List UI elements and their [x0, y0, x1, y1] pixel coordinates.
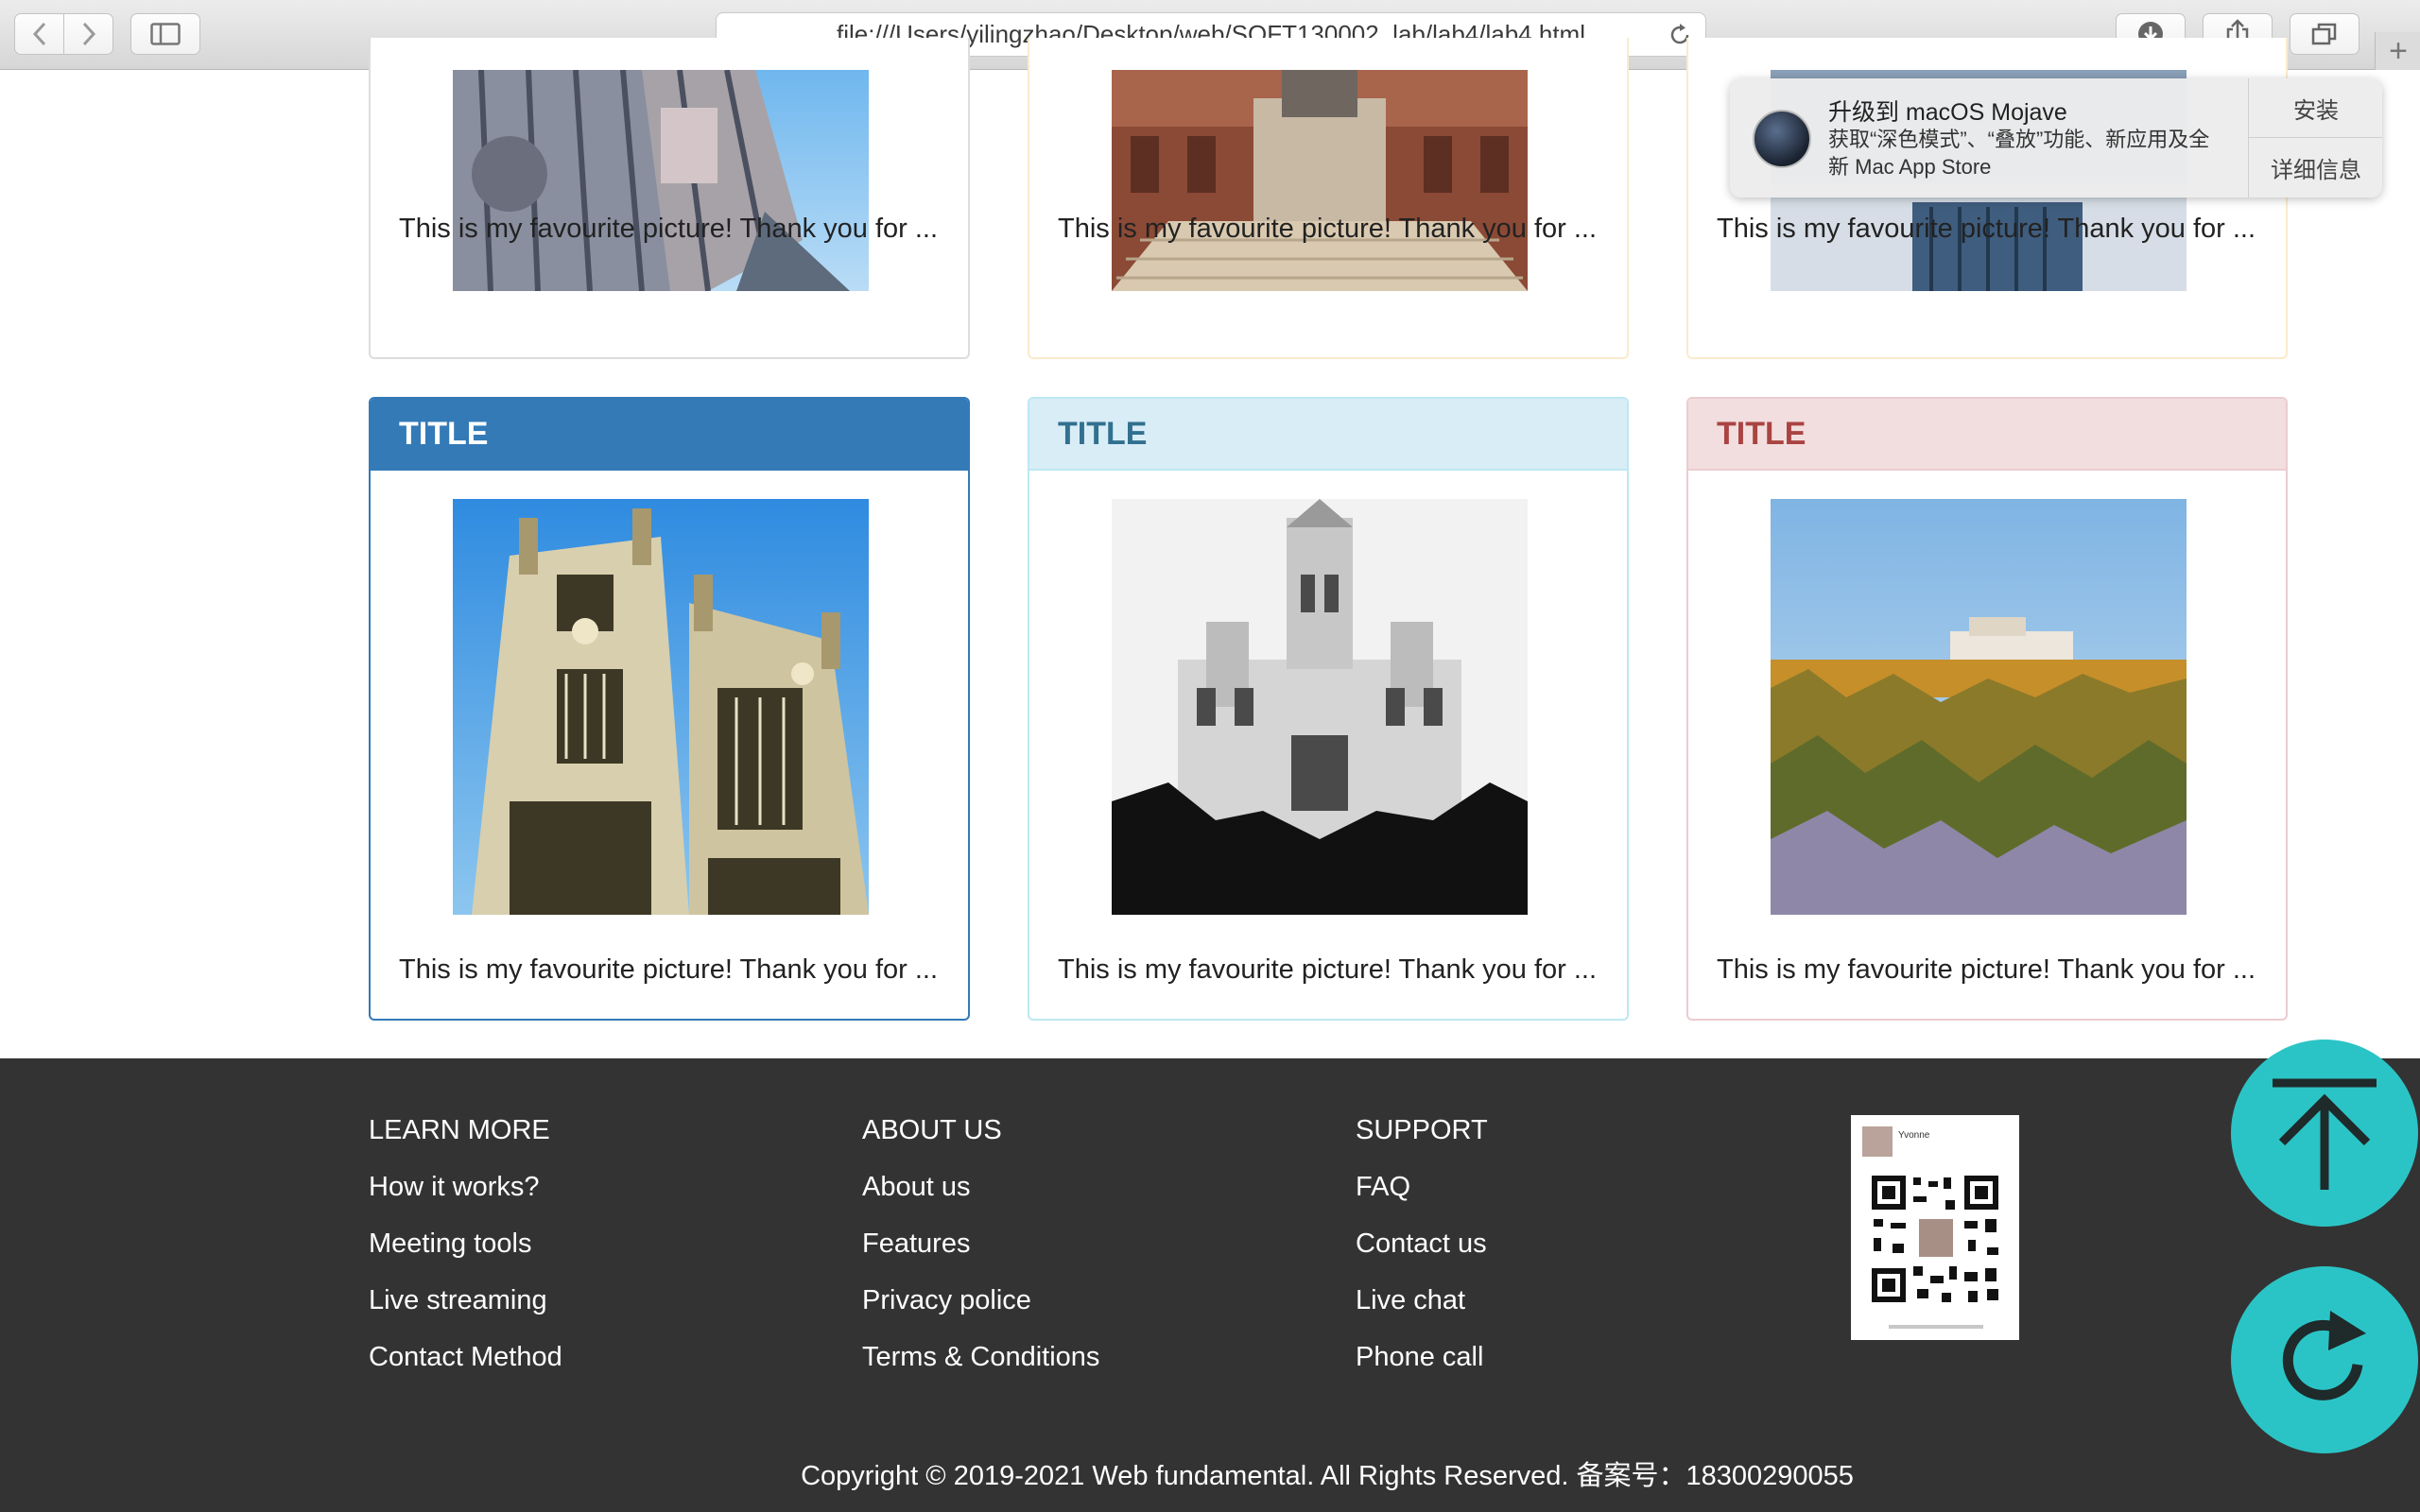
forward-button[interactable]: [63, 13, 113, 55]
plus-icon: +: [2389, 32, 2408, 69]
footer: LEARN MORE How it works? Meeting tools L…: [0, 1058, 2420, 1512]
footer-link[interactable]: Contact us: [1356, 1228, 1488, 1285]
copyright-text: Copyright © 2019-2021 Web fundamental. A…: [801, 1461, 1854, 1491]
card-caption: This is my favourite picture! Thank you …: [1058, 214, 1598, 244]
card-image: [1112, 70, 1528, 291]
footer-link[interactable]: Contact Method: [369, 1342, 562, 1399]
card-caption: This is my favourite picture! Thank you …: [1058, 954, 1598, 985]
card-caption: This is my favourite picture! Thank you …: [1717, 214, 2256, 244]
card-caption: This is my favourite picture! Thank you …: [1717, 954, 2256, 985]
card-image: [453, 499, 869, 915]
wechat-qr-code: Yvonne: [1851, 1115, 2019, 1340]
footer-link[interactable]: Live streaming: [369, 1285, 562, 1342]
footer-link[interactable]: Privacy police: [862, 1285, 1099, 1342]
back-to-top-button[interactable]: [2231, 1040, 2418, 1227]
footer-link[interactable]: How it works?: [369, 1172, 562, 1228]
macos-mojave-icon: [1753, 110, 1811, 168]
footer-link[interactable]: Live chat: [1356, 1285, 1488, 1342]
card-primary: TITLE This is my favourite picture! Than…: [369, 397, 970, 1021]
card-caption: This is my favourite picture! Thank you …: [399, 214, 939, 244]
arrow-up-icon: [2273, 1078, 2377, 1190]
footer-about-us: ABOUT US About us Features Privacy polic…: [862, 1115, 1099, 1399]
install-button[interactable]: 安装: [2249, 78, 2382, 137]
footer-link[interactable]: FAQ: [1356, 1172, 1488, 1228]
card-title: TITLE: [371, 399, 968, 471]
card-top-2: This is my favourite picture! Thank you …: [1028, 38, 1629, 359]
footer-link[interactable]: Meeting tools: [369, 1228, 562, 1285]
sidebar-icon: [150, 23, 181, 45]
tabs-overview-button[interactable]: [2290, 13, 2360, 55]
footer-support: SUPPORT FAQ Contact us Live chat Phone c…: [1356, 1115, 1488, 1399]
card-danger: TITLE This is my favourite picture! Than…: [1686, 397, 2288, 1021]
footer-heading: LEARN MORE: [369, 1115, 550, 1145]
qr-name: Yvonne: [1898, 1130, 1930, 1141]
footer-link[interactable]: About us: [862, 1172, 1099, 1228]
footer-heading: ABOUT US: [862, 1115, 1002, 1145]
chevron-right-icon: [82, 22, 95, 46]
card-info: TITLE This is my favourite picture! Than…: [1028, 397, 1629, 1021]
card-image: [1112, 499, 1528, 915]
refresh-icon: [2282, 1311, 2366, 1400]
footer-learn-more: LEARN MORE How it works? Meeting tools L…: [369, 1115, 562, 1399]
notification-actions: 安装 详细信息: [2248, 78, 2382, 198]
footer-link[interactable]: Terms & Conditions: [862, 1342, 1099, 1399]
sidebar-toggle-button[interactable]: [130, 13, 200, 55]
footer-link[interactable]: Phone call: [1356, 1342, 1488, 1399]
card-image: [453, 70, 869, 291]
notification-body: 获取“深色模式”、“叠放”功能、新应用及全新 Mac App Store: [1828, 128, 2210, 179]
card-title: TITLE: [1029, 399, 1627, 471]
card-image: [1771, 499, 2187, 915]
tabs-icon: [2311, 23, 2337, 45]
new-tab-button[interactable]: +: [2375, 32, 2420, 70]
card-title: TITLE: [1688, 399, 2286, 471]
card-caption: This is my favourite picture! Thank you …: [399, 954, 939, 985]
details-button[interactable]: 详细信息: [2249, 137, 2382, 197]
footer-heading: SUPPORT: [1356, 1115, 1488, 1145]
footer-link[interactable]: Features: [862, 1228, 1099, 1285]
card-top-1: This is my favourite picture! Thank you …: [369, 38, 970, 359]
chevron-left-icon: [32, 22, 45, 46]
refresh-button[interactable]: [2231, 1266, 2418, 1453]
macos-update-notification[interactable]: 升级到 macOS Mojave 获取“深色模式”、“叠放”功能、新应用及全新 …: [1730, 78, 2382, 198]
back-button[interactable]: [14, 13, 64, 55]
notification-title: 升级到 macOS Mojave: [1828, 99, 2067, 126]
